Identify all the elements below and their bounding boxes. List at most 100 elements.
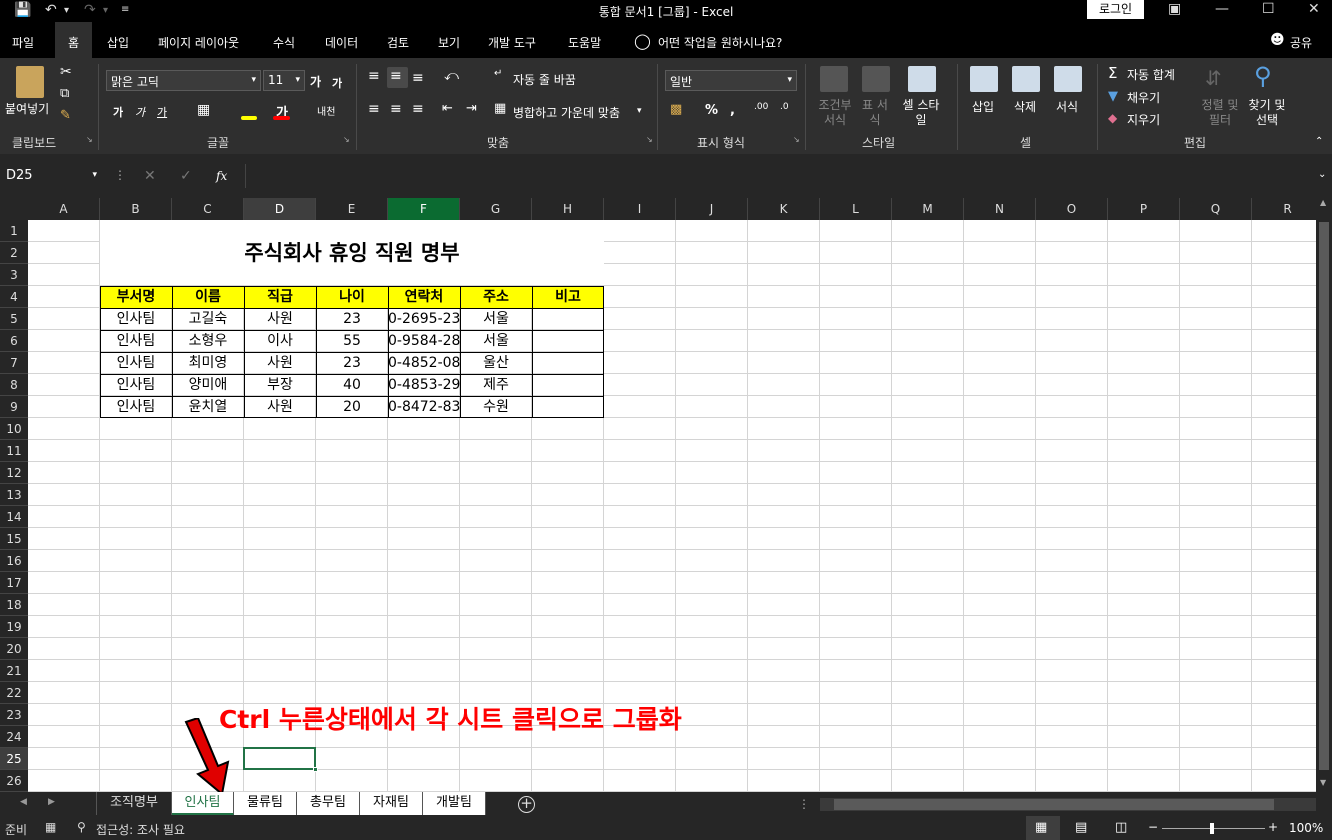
table-cell[interactable]: 양미애	[172, 374, 244, 396]
font-size-select[interactable]: 11 ▾	[263, 70, 305, 91]
sheet-tab-hr[interactable]: 인사팀	[172, 792, 234, 815]
table-cell[interactable]: 울산	[460, 352, 532, 374]
table-cell[interactable]: 인사팀	[100, 374, 172, 396]
column-header-c[interactable]: C	[172, 198, 244, 220]
table-cell[interactable]: 0-4853-29	[388, 374, 460, 396]
table-cell[interactable]: 수원	[460, 396, 532, 418]
maximize-icon[interactable]: ☐	[1262, 1, 1275, 17]
column-header-a[interactable]: A	[28, 198, 100, 220]
column-header-h[interactable]: H	[532, 198, 604, 220]
row-header-19[interactable]: 19	[0, 616, 28, 638]
tab-data[interactable]: 데이터	[325, 34, 358, 51]
table-cell[interactable]: 인사팀	[100, 330, 172, 352]
tab-help[interactable]: 도움말	[568, 34, 601, 51]
table-cell[interactable]	[532, 330, 604, 352]
tab-scroll-right-icon[interactable]: ▶	[48, 797, 55, 807]
row-header-15[interactable]: 15	[0, 528, 28, 550]
row-header-5[interactable]: 5	[0, 308, 28, 330]
row-header-10[interactable]: 10	[0, 418, 28, 440]
row-header-24[interactable]: 24	[0, 726, 28, 748]
copy-icon[interactable]: ⧉	[60, 86, 69, 101]
accessibility-status[interactable]: 접근성: 조사 필요	[96, 821, 185, 838]
paste-button[interactable]: 붙여넣기	[5, 100, 49, 117]
zoom-out-icon[interactable]: −	[1148, 820, 1158, 834]
delete-cells-button[interactable]: 삭제	[1014, 98, 1036, 115]
tab-developer[interactable]: 개발 도구	[488, 34, 536, 51]
name-box[interactable]: D25 ▾	[0, 164, 101, 188]
sort-filter-button[interactable]: 정렬 및 필터	[1198, 98, 1242, 128]
select-all-button[interactable]	[0, 198, 28, 220]
row-header-14[interactable]: 14	[0, 506, 28, 528]
row-header-17[interactable]: 17	[0, 572, 28, 594]
zoom-slider-thumb[interactable]	[1210, 823, 1214, 834]
table-cell[interactable]: 55	[316, 330, 388, 352]
table-cell[interactable]	[532, 308, 604, 330]
table-header-cell[interactable]: 부서명	[100, 286, 172, 308]
normal-view-icon[interactable]: ▦	[1035, 820, 1047, 835]
row-header-4[interactable]: 4	[0, 286, 28, 308]
increase-indent-icon[interactable]: ⇥	[466, 101, 477, 116]
row-header-8[interactable]: 8	[0, 374, 28, 396]
format-cells-icon[interactable]	[1054, 66, 1082, 92]
formula-options-icon[interactable]: ⋮	[114, 168, 126, 182]
alignment-launcher-icon[interactable]: ↘	[646, 135, 653, 144]
table-cell[interactable]	[532, 352, 604, 374]
expand-formula-icon[interactable]: ⌄	[1318, 169, 1326, 180]
table-cell[interactable]: 인사팀	[100, 352, 172, 374]
table-cell[interactable]: 20	[316, 396, 388, 418]
font-launcher-icon[interactable]: ↘	[343, 135, 350, 144]
table-cell[interactable]: 서울	[460, 308, 532, 330]
merge-dropdown-icon[interactable]: ▾	[637, 106, 642, 116]
row-header-7[interactable]: 7	[0, 352, 28, 374]
table-cell[interactable]: 윤치열	[172, 396, 244, 418]
column-header-q[interactable]: Q	[1180, 198, 1252, 220]
table-cell[interactable]	[532, 374, 604, 396]
row-header-20[interactable]: 20	[0, 638, 28, 660]
column-header-g[interactable]: G	[460, 198, 532, 220]
zoom-in-icon[interactable]: +	[1268, 820, 1278, 834]
enter-icon[interactable]: ✓	[180, 168, 192, 184]
conditional-format-icon[interactable]	[820, 66, 848, 92]
underline-icon[interactable]: 가	[157, 104, 167, 120]
tell-me-input[interactable]: 어떤 작업을 원하시나요?	[658, 34, 782, 51]
row-header-25[interactable]: 25	[0, 748, 28, 770]
new-sheet-icon[interactable]: +	[518, 796, 535, 813]
row-header-21[interactable]: 21	[0, 660, 28, 682]
column-header-r[interactable]: R	[1252, 198, 1324, 220]
format-painter-icon[interactable]: ✎	[60, 108, 71, 123]
cell-styles-button[interactable]: 셀 스타일	[899, 98, 943, 128]
active-cell[interactable]	[243, 747, 316, 770]
sheet-tab-org[interactable]: 조직명부	[96, 792, 172, 815]
sheet-tab-general[interactable]: 총무팀	[297, 792, 360, 815]
row-header-22[interactable]: 22	[0, 682, 28, 704]
ribbon-display-icon[interactable]: ▣	[1168, 1, 1181, 17]
table-cell[interactable]: 인사팀	[100, 308, 172, 330]
autosum-button[interactable]: 자동 합계	[1127, 66, 1175, 83]
table-header-cell[interactable]: 연락처	[388, 286, 460, 308]
table-cell[interactable]: 0-8472-83	[388, 396, 460, 418]
table-cell[interactable]: 서울	[460, 330, 532, 352]
table-cell[interactable]: 사원	[244, 396, 316, 418]
table-cell[interactable]: 소형우	[172, 330, 244, 352]
tab-scroll-left-icon[interactable]: ◀	[20, 797, 27, 807]
bold-icon[interactable]: 가	[113, 104, 123, 120]
minimize-icon[interactable]: —	[1215, 1, 1229, 17]
insert-function-icon[interactable]: fx	[216, 169, 227, 183]
align-right-icon[interactable]: ≡	[412, 101, 424, 117]
page-layout-view-icon[interactable]: ▤	[1075, 820, 1087, 835]
sort-filter-icon[interactable]: ⇵	[1205, 66, 1222, 90]
table-cell[interactable]	[532, 396, 604, 418]
row-header-12[interactable]: 12	[0, 462, 28, 484]
cut-icon[interactable]: ✂	[60, 64, 72, 80]
align-bottom-icon[interactable]: ≡	[412, 70, 424, 86]
decrease-decimal-icon[interactable]: .0	[780, 102, 789, 112]
insert-cells-icon[interactable]	[970, 66, 998, 92]
table-cell[interactable]: 부장	[244, 374, 316, 396]
merge-center-button[interactable]: 병합하고 가운데 맞춤	[513, 104, 620, 121]
column-header-e[interactable]: E	[316, 198, 388, 220]
page-break-view-icon[interactable]: ◫	[1115, 820, 1127, 835]
accounting-icon[interactable]: ▩	[670, 102, 682, 117]
delete-cells-icon[interactable]	[1012, 66, 1040, 92]
tab-split-handle-icon[interactable]: ⋮	[798, 797, 810, 811]
column-header-d[interactable]: D	[244, 198, 316, 220]
